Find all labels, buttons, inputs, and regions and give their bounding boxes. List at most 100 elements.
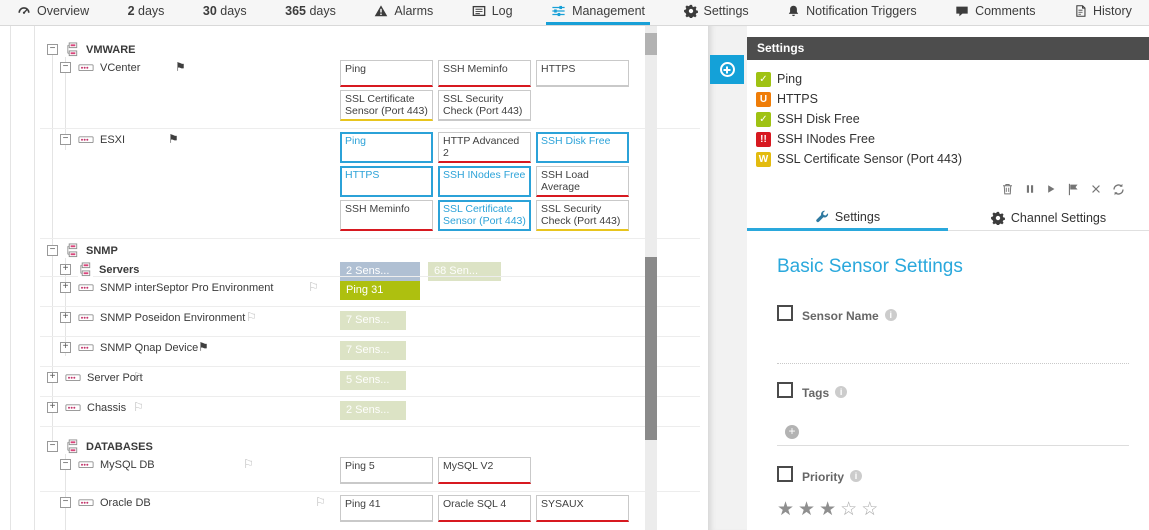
expand-toggle[interactable]: + [47, 402, 58, 413]
device-name[interactable]: VCenter [100, 62, 140, 74]
tree-scrollbar-thumb-top[interactable] [645, 33, 657, 55]
device-name[interactable]: ESXI [100, 134, 125, 146]
flag-icon[interactable]: ⚐ [246, 311, 257, 323]
device-name[interactable]: SNMP Qnap Device [100, 342, 198, 354]
expand-toggle[interactable]: + [60, 342, 71, 353]
sensor-box[interactable]: Ping 5 [340, 457, 433, 484]
delete-button[interactable] [1001, 182, 1014, 196]
sensor-box[interactable]: SSL Security Check (Port 443) [536, 200, 629, 231]
sensor-box[interactable]: SSL Certificate Sensor (Port 443) [438, 200, 531, 231]
sensor-box[interactable]: SSH Meminfo [340, 200, 433, 231]
tab-settings[interactable]: Settings [747, 206, 948, 231]
device-icon [78, 281, 94, 294]
sensor-box[interactable]: SSH Load Average [536, 166, 629, 197]
priority-star-2[interactable]: ★ [798, 499, 819, 520]
close-button[interactable] [1091, 184, 1101, 194]
nav-item-settings[interactable]: Settings [679, 0, 754, 25]
flag-button[interactable] [1067, 183, 1080, 196]
collapse-toggle[interactable]: − [60, 62, 71, 73]
nav-item-2-days[interactable]: 2 days [123, 0, 170, 25]
group-name[interactable]: VMWARE [86, 44, 136, 56]
sensor-box[interactable]: SSH Disk Free [536, 132, 629, 163]
nav-item-management[interactable]: Management [546, 0, 650, 25]
expand-toggle[interactable]: + [47, 372, 58, 383]
sensor-box[interactable]: Ping [340, 132, 433, 163]
flag-icon[interactable]: ⚑ [198, 341, 209, 353]
tree-scrollbar-thumb[interactable] [645, 257, 657, 440]
sensor-box[interactable]: Ping [340, 60, 433, 87]
selected-sensor-https[interactable]: UHTTPS [756, 89, 1149, 109]
expand-toggle[interactable]: + [60, 282, 71, 293]
resume-button[interactable] [1046, 183, 1056, 195]
flag-icon[interactable]: ⚐ [133, 401, 144, 413]
device-name[interactable]: SNMP Poseidon Environment [100, 312, 245, 324]
sensor-box[interactable]: SYSAUX [536, 495, 629, 522]
sensor-box[interactable]: SSH INodes Free [438, 166, 531, 197]
expand-toggle[interactable]: + [60, 264, 71, 275]
sensor-count-badge[interactable]: 2 Sens... [340, 401, 406, 420]
group-name[interactable]: DATABASES [86, 441, 153, 453]
sensor-box[interactable]: HTTPS [340, 166, 433, 197]
priority-star-5[interactable]: ☆ [861, 499, 882, 520]
device-name[interactable]: MySQL DB [100, 459, 155, 471]
flag-icon[interactable]: ⚐ [315, 496, 326, 508]
selected-sensor-ssh-inodes-free[interactable]: !!SSH INodes Free [756, 129, 1149, 149]
flag-icon[interactable]: ⚐ [133, 371, 144, 383]
info-icon[interactable]: i [850, 470, 862, 482]
pause-button[interactable] [1025, 183, 1035, 195]
flag-icon[interactable]: ⚑ [175, 61, 186, 73]
collapse-toggle[interactable]: − [47, 44, 58, 55]
info-icon[interactable]: i [885, 309, 897, 321]
add-sensor-button[interactable] [710, 55, 744, 84]
nav-item-alarms[interactable]: Alarms [369, 0, 438, 25]
sensor-box[interactable]: HTTPS [536, 60, 629, 87]
sensor-count-badge[interactable]: 7 Sens... [340, 311, 406, 330]
sensor-box[interactable]: Ping 41 [340, 495, 433, 522]
selected-sensor-ssh-disk-free[interactable]: ✓SSH Disk Free [756, 109, 1149, 129]
collapse-toggle[interactable]: − [47, 245, 58, 256]
collapse-toggle[interactable]: − [60, 459, 71, 470]
sensor-box[interactable]: SSH Meminfo [438, 60, 531, 87]
nav-item-history[interactable]: History [1069, 0, 1137, 25]
priority-star-3[interactable]: ★ [819, 499, 840, 520]
expand-toggle[interactable]: + [60, 312, 71, 323]
sensor-box[interactable]: Oracle SQL 4 [438, 495, 531, 522]
tags-checkbox[interactable] [777, 382, 793, 398]
sensor-count-badge[interactable]: Ping 31 [340, 281, 420, 300]
flag-icon[interactable]: ⚑ [168, 133, 179, 145]
flag-icon[interactable]: ⚐ [308, 281, 319, 293]
group-name[interactable]: SNMP [86, 245, 118, 257]
priority-checkbox[interactable] [777, 466, 793, 482]
tab-channel-settings[interactable]: Channel Settings [948, 206, 1149, 231]
tags-input[interactable] [777, 445, 1129, 446]
sensor-name-checkbox[interactable] [777, 305, 793, 321]
nav-item-comments[interactable]: Comments [950, 0, 1040, 25]
collapse-toggle[interactable]: − [60, 497, 71, 508]
collapse-toggle[interactable]: − [60, 134, 71, 145]
priority-star-1[interactable]: ★ [777, 499, 798, 520]
sensor-count-badge[interactable]: 7 Sens... [340, 341, 406, 360]
sensor-count-badge[interactable]: 5 Sens... [340, 371, 406, 390]
device-name[interactable]: Chassis [87, 402, 126, 414]
nav-item-notification-triggers[interactable]: Notification Triggers [782, 0, 921, 25]
priority-star-4[interactable]: ☆ [840, 499, 861, 520]
device-name[interactable]: Oracle DB [100, 497, 151, 509]
selected-sensor-ssl-certificate-sensor-port-443[interactable]: WSSL Certificate Sensor (Port 443) [756, 149, 1149, 169]
nav-label: Comments [975, 4, 1035, 18]
collapse-toggle[interactable]: − [47, 441, 58, 452]
add-tag-icon[interactable]: + [785, 425, 799, 439]
group-name[interactable]: Servers [99, 264, 139, 276]
selected-sensor-ping[interactable]: ✓Ping [756, 69, 1149, 89]
nav-item-30-days[interactable]: 30 days [198, 0, 252, 25]
sensor-box[interactable]: SSL Certificate Sensor (Port 443) [340, 90, 433, 121]
nav-item-overview[interactable]: Overview [12, 0, 94, 25]
info-icon[interactable]: i [835, 386, 847, 398]
sensor-box[interactable]: SSL Security Check (Port 443) [438, 90, 531, 121]
refresh-button[interactable] [1112, 183, 1125, 196]
sensor-box[interactable]: HTTP Advanced 2 [438, 132, 531, 163]
nav-item-365-days[interactable]: 365 days [280, 0, 341, 25]
flag-icon[interactable]: ⚐ [243, 458, 254, 470]
nav-item-log[interactable]: Log [467, 0, 518, 25]
device-name[interactable]: SNMP interSeptor Pro Environment [100, 282, 273, 294]
sensor-box[interactable]: MySQL V2 [438, 457, 531, 484]
